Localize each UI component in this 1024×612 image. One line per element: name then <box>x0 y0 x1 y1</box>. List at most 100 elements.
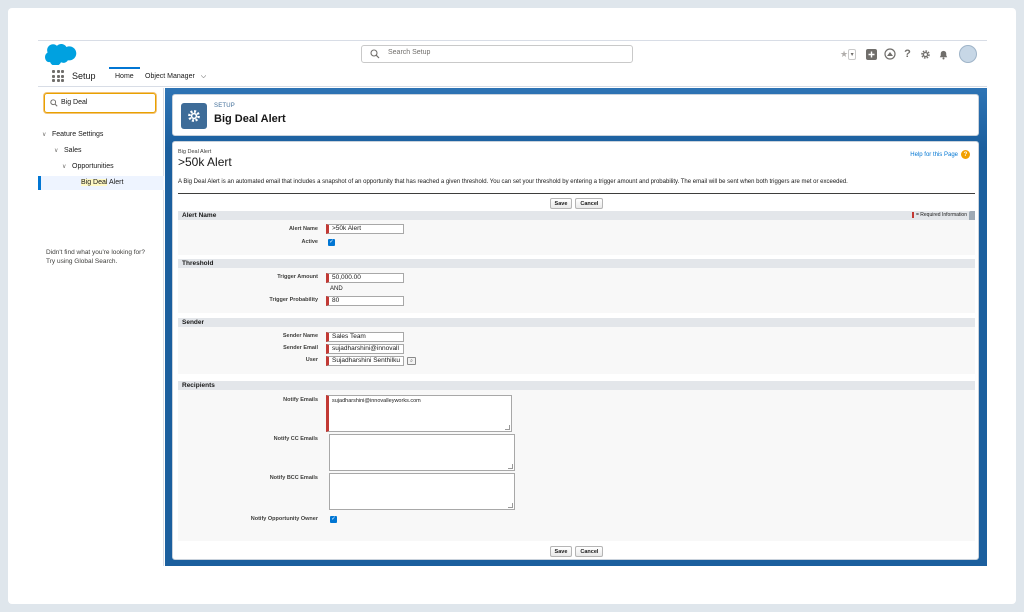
help-note-line2: Try using Global Search. <box>46 258 118 265</box>
tab-home[interactable]: Home <box>109 67 140 87</box>
avatar[interactable] <box>959 45 977 63</box>
notify-cc-textarea[interactable] <box>329 434 515 471</box>
app-launcher-icon[interactable] <box>52 70 64 82</box>
tree-item-label-match: Big Deal <box>81 179 108 186</box>
resize-handle-icon[interactable] <box>508 464 513 469</box>
tree-item-big-deal-alert[interactable]: Big Deal Alert <box>38 176 164 190</box>
tree-item-feature-settings[interactable]: ∨ Feature Settings <box>42 128 103 142</box>
required-info-legend: = Required Information <box>911 211 967 220</box>
record-title: >50k Alert <box>178 155 232 169</box>
chevron-down-icon[interactable]: ∨ <box>42 128 52 142</box>
section-threshold: Threshold Trigger Amount 50,000.00 AND T… <box>178 259 975 313</box>
user-label: User <box>305 357 318 363</box>
section-heading: Alert Name <box>178 211 975 220</box>
alert-detail-panel: Big Deal Alert >50k Alert Help for this … <box>172 141 979 560</box>
main-content: SETUP Big Deal Alert Big Deal Alert >50k… <box>165 88 987 566</box>
plus-icon[interactable] <box>865 48 878 61</box>
search-placeholder: Search Setup <box>388 49 431 56</box>
notify-bcc-label: Notify BCC Emails <box>269 475 318 481</box>
setup-sidebar: Big Deal ∨ Feature Settings ∨ Sales ∨ Oppor… <box>38 88 164 566</box>
salesforce-logo[interactable] <box>45 44 77 65</box>
help-icon[interactable]: ? <box>961 150 970 159</box>
tree-item-label: Opportunities <box>72 163 114 170</box>
chevron-down-icon[interactable]: ∨ <box>62 160 72 174</box>
sender-name-label: Sender Name <box>282 333 318 339</box>
breadcrumb: SETUP <box>214 103 236 109</box>
trigger-amount-label: Trigger Amount <box>277 274 318 280</box>
section-sender: Sender Sender Name Sales Team Sender Ema… <box>178 318 975 374</box>
app-name: Setup <box>72 71 96 81</box>
tree-item-opportunities[interactable]: ∨ Opportunities <box>62 160 114 174</box>
and-text: AND <box>330 286 343 292</box>
section-heading: Sender <box>178 318 975 327</box>
favorites-dropdown-icon[interactable]: ▾ <box>848 48 857 60</box>
tree-item-label: Feature Settings <box>52 131 104 138</box>
lookup-icon[interactable]: ⌕ <box>407 357 416 365</box>
context-bar: Setup Home Object Manager ⌵ <box>38 67 987 87</box>
section-heading: Threshold <box>178 259 975 268</box>
help-link-label: Help for this Page <box>910 151 958 158</box>
notify-bcc-textarea[interactable] <box>329 473 515 510</box>
tree-item-label: Sales <box>64 147 82 154</box>
notify-owner-checkbox[interactable]: ✓ <box>330 516 337 523</box>
notify-emails-value: sujadharshini@innovalleyworks.com <box>332 398 421 404</box>
tree-item-sales[interactable]: ∨ Sales <box>54 144 82 158</box>
page-title: Big Deal Alert <box>214 113 286 125</box>
user-input[interactable]: Sujadharshini Senthilku <box>326 356 404 366</box>
bottom-button-row: Save Cancel <box>173 546 980 558</box>
section-heading: Recipients <box>178 381 975 390</box>
resize-handle-icon[interactable] <box>508 503 513 508</box>
section-body: Notify Emails sujadharshini@innovalleywo… <box>178 390 975 541</box>
gear-icon[interactable] <box>919 48 932 61</box>
tab-object-manager[interactable]: Object Manager ⌵ <box>139 67 212 87</box>
divider <box>178 193 975 194</box>
star-icon[interactable]: ★ <box>840 49 848 60</box>
sender-email-label: Sender Email <box>283 345 318 351</box>
header-utility-icons: ★ ▾ ? <box>840 44 977 64</box>
section-body: Alert Name >50k Alert Active ✓ <box>178 220 975 255</box>
trigger-amount-input[interactable]: 50,000.00 <box>326 273 404 283</box>
quick-find-value: Big Deal <box>61 99 88 106</box>
salesforce-setup-app: Search Setup ★ ▾ ? Setup Home Object Man… <box>38 40 987 566</box>
cancel-button[interactable]: Cancel <box>575 546 604 557</box>
cancel-button[interactable]: Cancel <box>575 198 604 209</box>
tree-item-label-rest: Alert <box>107 179 124 186</box>
search-icon <box>50 99 58 107</box>
notify-cc-label: Notify CC Emails <box>273 436 318 442</box>
favorites-control[interactable]: ★ ▾ <box>840 48 860 61</box>
active-label: Active <box>301 239 318 245</box>
trailhead-icon[interactable] <box>883 48 896 61</box>
setup-gear-icon <box>181 103 207 129</box>
save-button[interactable]: Save <box>549 546 573 557</box>
sender-name-input[interactable]: Sales Team <box>326 332 404 342</box>
chevron-down-icon[interactable]: ⌵ <box>201 73 206 80</box>
active-checkbox[interactable]: ✓ <box>328 239 335 246</box>
sender-email-input[interactable]: sujadharshini@innovall <box>326 344 404 354</box>
section-body: Sender Name Sales Team Sender Email suja… <box>178 327 975 374</box>
notify-owner-label: Notify Opportunity Owner <box>250 516 318 522</box>
bell-icon[interactable] <box>937 48 950 61</box>
alert-name-input[interactable]: >50k Alert <box>326 224 404 234</box>
quick-find-input[interactable]: Big Deal <box>44 93 156 113</box>
trigger-probability-input[interactable]: 80 <box>326 296 404 306</box>
notify-emails-label: Notify Emails <box>283 397 318 403</box>
question-icon[interactable]: ? <box>901 48 914 61</box>
page-header: SETUP Big Deal Alert <box>172 94 979 136</box>
chevron-down-icon[interactable]: ∨ <box>54 144 64 158</box>
notify-emails-textarea[interactable]: sujadharshini@innovalleyworks.com <box>326 395 512 432</box>
section-alert-name: Alert Name = Required Information Alert … <box>178 211 975 255</box>
tab-home-label: Home <box>115 73 134 80</box>
trigger-probability-label: Trigger Probability <box>269 297 318 303</box>
help-note-line1: Didn't find what you're looking for? <box>46 249 145 256</box>
help-for-page-link[interactable]: Help for this Page ? <box>910 150 970 159</box>
section-body: Trigger Amount 50,000.00 AND Trigger Pro… <box>178 268 975 313</box>
tab-object-manager-label: Object Manager <box>145 73 195 80</box>
sidebar-help-note: Didn't find what you're looking for? Try… <box>46 248 161 266</box>
global-header: Search Setup ★ ▾ ? <box>38 41 987 67</box>
description-text: A Big Deal Alert is an automated email t… <box>178 179 848 185</box>
setup-search-box[interactable]: Search Setup <box>361 45 633 63</box>
resize-handle-icon[interactable] <box>505 425 510 430</box>
save-button[interactable]: Save <box>549 198 573 209</box>
search-icon <box>370 49 380 59</box>
section-recipients: Recipients Notify Emails sujadharshini@i… <box>178 381 975 541</box>
